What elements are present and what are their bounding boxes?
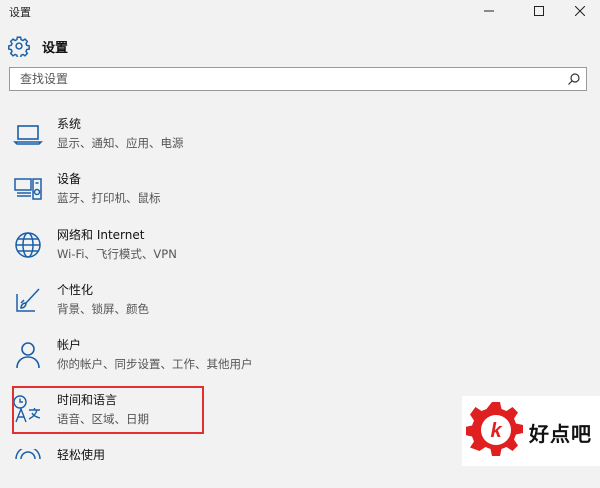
close-button[interactable] <box>557 0 600 22</box>
window-title: 设置 <box>9 6 31 19</box>
watermark: k 好点吧 <box>462 396 600 466</box>
title-bar: 设置 <box>0 0 600 22</box>
settings-header: 设置 <box>8 34 68 58</box>
search-input[interactable] <box>10 68 560 90</box>
category-personalization[interactable]: 个性化 背景、锁屏、颜色 <box>10 279 340 323</box>
category-accounts[interactable]: 帐户 你的帐户、同步设置、工作、其他用户 <box>10 334 340 378</box>
category-description: 显示、通知、应用、电源 <box>57 136 184 150</box>
category-name: 轻松使用 <box>57 448 106 462</box>
search-icon[interactable] <box>567 72 581 86</box>
category-description: 背景、锁屏、颜色 <box>57 302 149 316</box>
maximize-button[interactable] <box>516 0 562 22</box>
search-box[interactable] <box>9 67 587 91</box>
category-name: 网络和 Internet <box>57 228 145 242</box>
category-devices[interactable]: 设备 蓝牙、打印机、鼠标 <box>10 168 340 212</box>
gear-icon <box>8 36 30 57</box>
watermark-brand: 好点吧 <box>529 422 592 446</box>
highlight-box <box>12 386 204 434</box>
category-system[interactable]: 系统 显示、通知、应用、电源 <box>10 113 340 157</box>
minimize-button[interactable] <box>466 0 512 22</box>
svg-text:k: k <box>490 420 502 442</box>
category-name: 个性化 <box>57 283 94 297</box>
category-network[interactable]: 网络和 Internet Wi-Fi、飞行模式、VPN <box>10 224 340 268</box>
category-description: 蓝牙、打印机、鼠标 <box>57 191 161 205</box>
category-name: 帐户 <box>57 338 82 352</box>
ease-of-access-icon <box>15 449 41 460</box>
paintbrush-icon <box>16 288 40 312</box>
minimize-icon <box>484 10 494 12</box>
maximize-icon <box>534 6 544 16</box>
category-description: Wi-Fi、飞行模式、VPN <box>57 247 177 261</box>
globe-icon <box>15 232 41 258</box>
category-description: 你的帐户、同步设置、工作、其他用户 <box>57 357 253 371</box>
category-ease-of-access[interactable]: 轻松使用 <box>10 444 340 488</box>
close-icon <box>575 6 585 16</box>
logo-icon: k <box>466 402 523 456</box>
laptop-icon <box>13 125 43 145</box>
person-icon <box>16 342 40 369</box>
category-name: 设备 <box>57 172 82 186</box>
page-title: 设置 <box>42 40 69 56</box>
category-name: 系统 <box>57 117 82 131</box>
devices-icon <box>14 178 42 200</box>
